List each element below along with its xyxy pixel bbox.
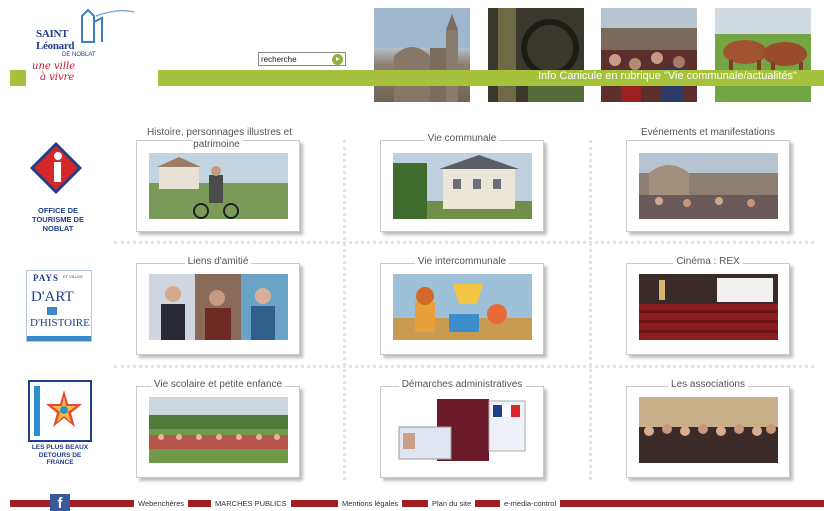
column-separator [589,140,592,480]
header-photo-crowd [601,8,697,102]
tile-photo-scolaire [149,397,288,463]
tile-histoire[interactable]: Histoire, personnages illustres et patri… [136,127,300,232]
tile-photo-evenements [639,153,778,219]
pbd-frame [28,380,92,442]
tile-liens-amitie[interactable]: Liens d'amitié [136,256,300,355]
search-go-button[interactable] [332,54,343,65]
tile-vie-intercommunale[interactable]: Vie intercommunale [380,256,544,355]
tile-title: Histoire, personnages illustres et patri… [137,127,299,151]
tile-title: Les associations [627,379,789,391]
header-photo-cows [715,8,811,102]
pah-text-histoire: D'HISTOIRE [30,317,90,329]
tile-title: Liens d'amitié [137,256,299,268]
row-separator [114,241,814,244]
pah-color-band [27,336,91,341]
tile-cinema-rex[interactable]: Cinéma : REX [626,256,790,355]
search-input[interactable] [261,53,329,65]
tile-photo-associations [639,397,778,463]
info-diamond-icon [30,142,82,194]
header-accent-block [10,70,26,86]
logo-text-saint: SAINT [36,28,69,40]
row-separator [114,365,814,368]
office-tourisme-logo[interactable]: OFFICE DE TOURISME DE NOBLAT [22,140,94,238]
search-box [258,52,346,66]
tile-photo-amitie [149,274,288,340]
pah-text-pays: PAYS [33,273,60,283]
logo-text-noblat: DE NOBLAT [62,52,96,58]
tile-photo-cinema [639,274,778,340]
news-ticker-text[interactable]: Info Canicule en rubrique "Vie communale… [538,70,797,86]
plus-beaux-detours-logo[interactable]: LES PLUS BEAUX DETOURS DE FRANCE [26,378,94,472]
office-tourisme-text: OFFICE DE TOURISME DE NOBLAT [32,206,84,233]
tile-title: Vie scolaire et petite enfance [137,379,299,391]
footer-link-marches-publics[interactable]: MARCHES PUBLICS [211,498,291,509]
logo-slogan-line1: une ville [32,61,76,72]
footer-link-plan-du-site[interactable]: Plan du site [428,498,476,509]
tile-evenements[interactable]: Evénements et manifestations [626,127,790,232]
footer-bar [10,500,824,507]
footer-link-webencheres[interactable]: Webenchères [134,498,189,509]
tile-title: Evénements et manifestations [627,127,789,139]
pah-text-villes: ET VILLES [63,274,83,279]
pah-text-art: D'ART [31,289,74,305]
tile-title: Démarches administratives [381,379,543,391]
tile-photo-mairie [393,153,532,219]
tile-photo-intercommunale [393,274,532,340]
tile-associations[interactable]: Les associations [626,379,790,478]
header-photo-church [374,8,470,102]
tile-demarches-administratives[interactable]: Démarches administratives [380,379,544,478]
footer-link-e-media-control[interactable]: e-media-control [500,498,561,509]
pays-art-histoire-logo[interactable]: PAYS ET VILLES D'ART D'HISTOIRE [26,270,92,342]
footer-link-mentions-legales[interactable]: Mentions légales [338,498,403,509]
tile-title: Vie intercommunale [381,256,543,268]
column-separator [343,140,346,480]
site-logo[interactable]: SAINT Léonard DE NOBLAT une ville à vivr… [30,8,135,88]
star-flower-icon [34,386,82,436]
tile-vie-scolaire[interactable]: Vie scolaire et petite enfance [136,379,300,478]
pah-et-badge [47,307,57,315]
tile-photo-demarches [393,397,532,463]
logo-slogan-line2: à vivre [40,72,75,83]
pbd-text: LES PLUS BEAUX DETOURS DE FRANCE [31,444,89,466]
logo-text-leonard: Léonard [36,40,75,52]
tile-title: Vie communale [381,133,543,145]
tile-title: Cinéma : REX [627,256,789,268]
facebook-icon[interactable]: f [50,494,70,511]
tile-photo-histoire [149,153,288,219]
header-photo-mill [488,8,584,102]
tile-vie-communale[interactable]: Vie communale [380,133,544,232]
